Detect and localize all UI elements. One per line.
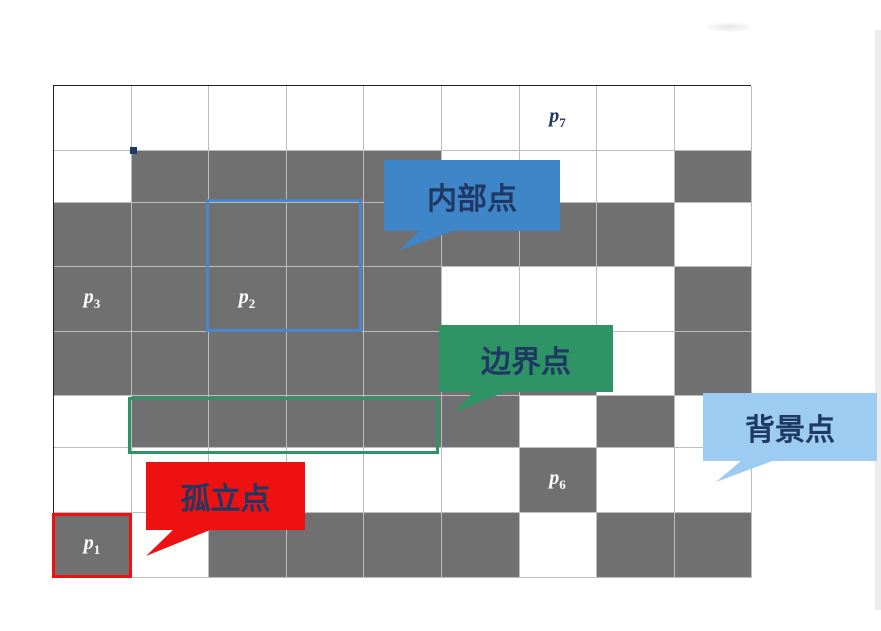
point-letter: p	[238, 285, 249, 308]
point-label-p6: p6	[549, 467, 566, 493]
point-subscript: 2	[248, 295, 256, 311]
point-letter: p	[549, 466, 560, 489]
point-letter: p	[83, 531, 94, 554]
point-letter: p	[549, 104, 560, 127]
point-subscript: 7	[559, 114, 566, 130]
point-subscript: 6	[559, 476, 566, 492]
point-subscript: 1	[93, 541, 101, 557]
point-subscript: 3	[93, 295, 101, 311]
point-label-p1: p1	[84, 532, 101, 558]
isolated-callout-label: 孤立点	[146, 462, 305, 530]
point-label-p3: p3	[84, 286, 101, 312]
point-letter: p	[83, 285, 94, 308]
isolated-callout-tail	[146, 528, 215, 556]
point-label-p2: p2	[239, 286, 256, 312]
point-label-p7: p7	[549, 105, 566, 131]
